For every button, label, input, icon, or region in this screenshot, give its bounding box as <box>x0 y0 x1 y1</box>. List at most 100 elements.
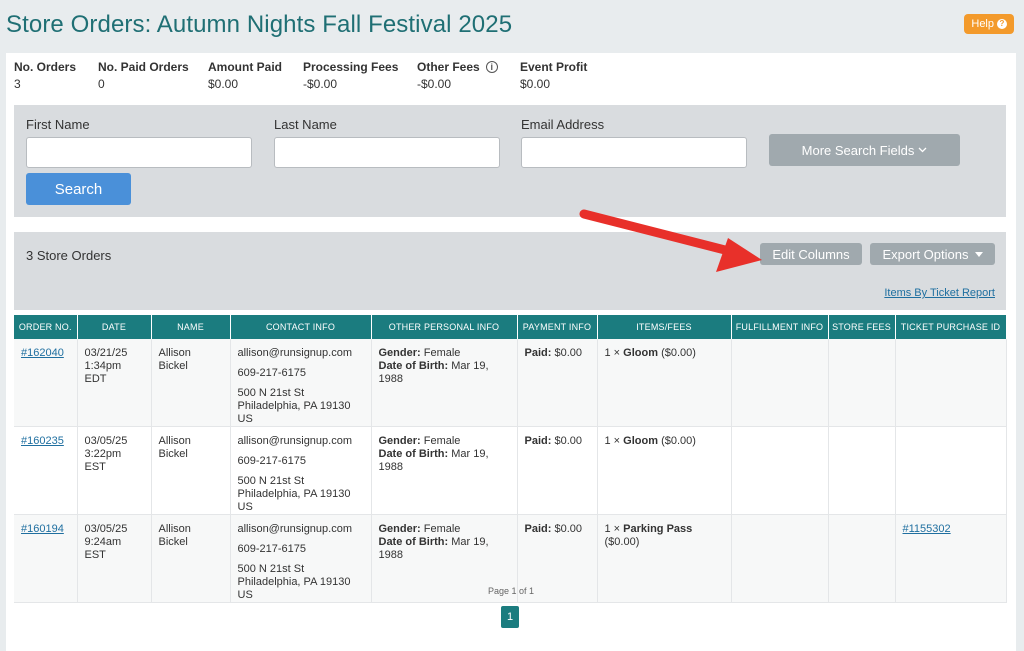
name-cell: Allison Bickel <box>151 339 231 427</box>
gender-label: Gender: <box>378 523 421 535</box>
results-count: 3 Store Orders <box>26 248 112 263</box>
items-cell: 1 × Gloom ($0.00) <box>597 339 732 427</box>
date-cell: 03/21/25 1:34pm EDT <box>77 339 152 427</box>
order-date: 03/05/25 <box>84 435 128 447</box>
name-cell: Allison Bickel <box>151 426 231 515</box>
chevron-down-icon <box>918 147 927 153</box>
ticket-purchase-cell <box>895 339 1007 427</box>
stat-value: -$0.00 <box>417 77 452 91</box>
paid-label: Paid: <box>524 523 552 535</box>
paid-value: $0.00 <box>554 435 582 447</box>
gender-value: Female <box>423 347 461 359</box>
gender-value: Female <box>423 435 461 447</box>
col-header-date[interactable]: DATE <box>77 315 152 339</box>
last-name-label: Last Name <box>274 117 337 132</box>
item-name: Gloom <box>623 347 659 359</box>
items-by-ticket-report-link[interactable]: Items By Ticket Report <box>884 287 995 299</box>
stat-paid-orders: No. Paid Orders 0 <box>98 60 208 103</box>
order-no-cell: #162040 <box>14 339 78 427</box>
email-label: Email Address <box>521 117 605 132</box>
caret-down-icon <box>974 251 983 257</box>
order-time: 9:24am EST <box>84 536 122 561</box>
contact-email: allison@runsignup.com <box>237 435 353 447</box>
items-cell: 1 × Gloom ($0.00) <box>597 426 732 515</box>
stat-label: Processing Fees <box>303 60 399 74</box>
main-panel: No. Orders 3 No. Paid Orders 0 Amount Pa… <box>6 53 1016 651</box>
contact-address-line1: 500 N 21st St <box>237 475 305 487</box>
col-header-name[interactable]: NAME <box>151 315 231 339</box>
stat-value: $0.00 <box>208 77 239 91</box>
more-search-fields-label: More Search Fields <box>801 142 915 158</box>
stat-label: Other Fees <box>417 60 480 74</box>
col-header-order-no[interactable]: ORDER NO. <box>14 315 78 339</box>
paid-value: $0.00 <box>554 523 582 535</box>
question-icon: ? <box>997 19 1007 29</box>
stat-value: $0.00 <box>520 77 551 91</box>
order-date: 03/21/25 <box>84 347 128 359</box>
stat-orders: No. Orders 3 <box>14 60 98 103</box>
first-name-label: First Name <box>26 117 90 132</box>
payment-cell: Paid: $0.00 <box>517 339 598 427</box>
col-header-contact-info[interactable]: CONTACT INFO <box>230 315 372 339</box>
order-link[interactable]: #162040 <box>21 347 64 359</box>
col-header-ticket-purchase-id[interactable]: TICKET PURCHASE ID <box>895 315 1007 339</box>
export-options-label: Export Options <box>882 246 969 262</box>
payment-cell: Paid: $0.00 <box>517 426 598 515</box>
pagination-text: Page 1 of 1 <box>487 586 535 596</box>
contact-phone: 609-217-6175 <box>237 543 307 555</box>
order-no-cell: #160235 <box>14 426 78 515</box>
first-name-field-group: First Name <box>26 117 252 168</box>
edit-columns-button[interactable]: Edit Columns <box>760 243 862 265</box>
stat-processing-fees: Processing Fees -$0.00 <box>303 60 417 103</box>
paid-value: $0.00 <box>554 347 582 359</box>
export-options-button[interactable]: Export Options <box>870 243 995 265</box>
page-button-1[interactable]: 1 <box>501 606 519 628</box>
col-header-items-fees[interactable]: ITEMS/FEES <box>597 315 732 339</box>
last-name-input[interactable] <box>274 137 500 168</box>
table-header-row: ORDER NO. DATE NAME CONTACT INFO OTHER P… <box>14 315 1007 339</box>
contact-address-line2: Philadelphia, PA 19130 US <box>237 400 351 425</box>
stat-label: No. Paid Orders <box>98 60 189 74</box>
contact-cell: allison@runsignup.com 609-217-6175 500 N… <box>230 426 372 515</box>
table-row: #160235 03/05/25 3:22pm EST Allison Bicke… <box>14 426 1007 515</box>
stat-event-profit: Event Profit $0.00 <box>520 60 620 103</box>
more-search-fields-button[interactable]: More Search Fields <box>769 134 960 166</box>
stat-value: 3 <box>14 77 21 91</box>
item-name: Gloom <box>623 435 659 447</box>
orders-table: ORDER NO. DATE NAME CONTACT INFO OTHER P… <box>14 315 1007 603</box>
contact-email: allison@runsignup.com <box>237 523 353 535</box>
col-header-payment-info[interactable]: PAYMENT INFO <box>517 315 598 339</box>
email-input[interactable] <box>521 137 747 168</box>
fulfillment-cell <box>731 339 829 427</box>
col-header-store-fees[interactable]: STORE FEES <box>828 315 896 339</box>
stat-value: 0 <box>98 77 105 91</box>
paid-label: Paid: <box>524 435 552 447</box>
contact-phone: 609-217-6175 <box>237 367 307 379</box>
gender-label: Gender: <box>378 435 421 447</box>
item-qty: 1 × <box>604 523 621 535</box>
contact-address-line1: 500 N 21st St <box>237 387 305 399</box>
stat-other-fees: Other Fees i -$0.00 <box>417 60 520 103</box>
personal-info-cell: Gender: Female Date of Birth: Mar 19, 19… <box>371 339 518 427</box>
page-title: Store Orders: Autumn Nights Fall Festiva… <box>6 11 513 38</box>
first-name-input[interactable] <box>26 137 252 168</box>
order-link[interactable]: #160194 <box>21 523 64 535</box>
order-time: 1:34pm EDT <box>84 360 122 385</box>
col-header-other-personal-info[interactable]: OTHER PERSONAL INFO <box>371 315 518 339</box>
col-header-fulfillment-info[interactable]: FULFILLMENT INFO <box>731 315 829 339</box>
ticket-purchase-link[interactable]: #1155302 <box>903 523 951 535</box>
store-fees-cell <box>828 426 896 515</box>
info-icon[interactable]: i <box>485 61 498 73</box>
stat-amount-paid: Amount Paid $0.00 <box>208 60 303 103</box>
search-button[interactable]: Search <box>26 173 131 205</box>
email-field-group: Email Address <box>521 117 747 168</box>
ticket-purchase-cell <box>895 426 1007 515</box>
last-name-field-group: Last Name <box>274 117 500 168</box>
item-price: ($0.00) <box>661 347 696 359</box>
item-qty: 1 × <box>604 347 621 359</box>
order-link[interactable]: #160235 <box>21 435 64 447</box>
dob-label: Date of Birth: <box>378 448 449 460</box>
dob-label: Date of Birth: <box>378 536 449 548</box>
store-fees-cell <box>828 339 896 427</box>
help-button[interactable]: Help ? <box>964 14 1014 34</box>
